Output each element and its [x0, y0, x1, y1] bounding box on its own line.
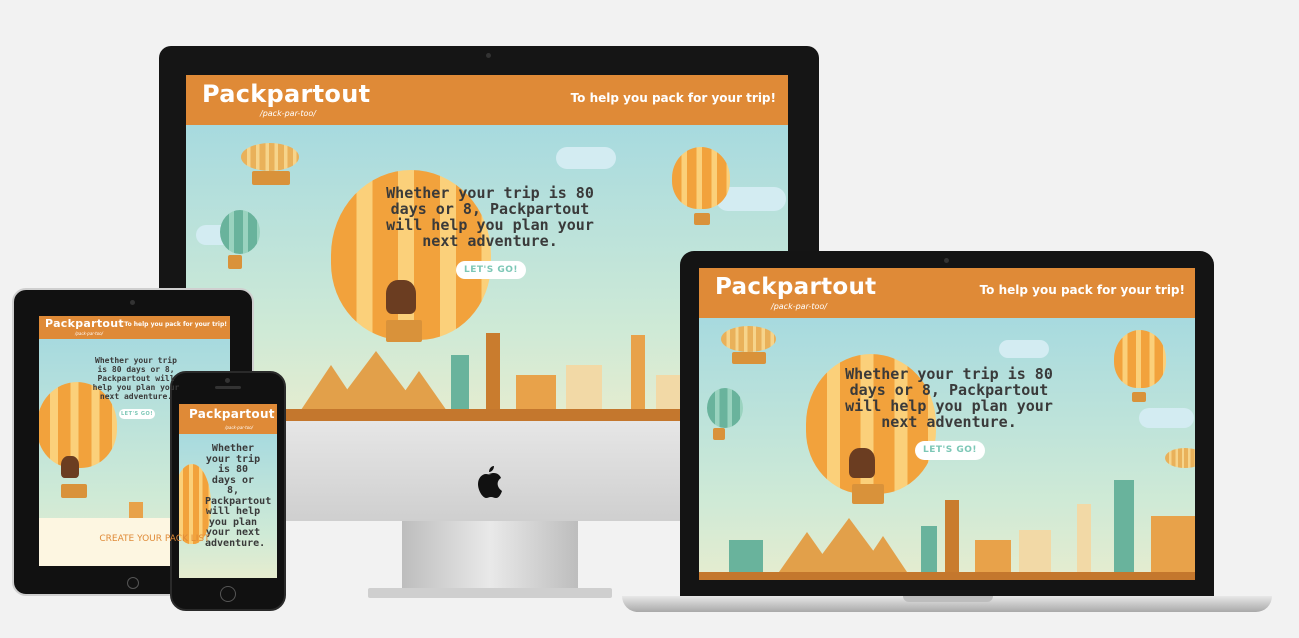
site-header: Packpartout /pack-par-too/: [179, 404, 277, 434]
lets-go-button[interactable]: LET'S GO!: [915, 441, 985, 460]
site-logo[interactable]: Packpartout: [45, 317, 124, 330]
section-heading: CREATE YOUR PACK LIST: [99, 534, 210, 544]
pronunciation-text: /pack-par-too/: [260, 109, 316, 118]
camera-icon: [944, 258, 949, 263]
tagline: To help you pack for your trip!: [979, 283, 1185, 297]
site-header: Packpartout /pack-par-too/ To help you p…: [186, 75, 788, 125]
camera-icon: [130, 300, 135, 305]
green-balloon-illustration: [220, 210, 260, 254]
lets-go-button[interactable]: LET'S GO!: [456, 261, 526, 279]
pronunciation-text: /pack-par-too/: [771, 302, 827, 311]
home-button-icon: [127, 577, 139, 589]
home-button-icon: [220, 586, 236, 602]
character-illustration: [386, 280, 416, 314]
zeppelin-illustration: [241, 143, 299, 171]
tagline: To help you pack for your trip!: [124, 321, 227, 328]
site-header: Packpartout /pack-par-too/ To help you p…: [699, 268, 1195, 318]
phone-speaker: [215, 386, 241, 389]
site-header: Packpartout /pack-par-too/ To help you p…: [39, 316, 230, 339]
laptop-notch: [903, 596, 993, 602]
pronunciation-text: /pack-par-too/: [75, 331, 103, 336]
camera-icon: [225, 378, 230, 383]
hero-text: Whether your trip is 80 days or 8, Packp…: [92, 356, 180, 401]
apple-logo-icon: [478, 466, 502, 498]
small-balloon-illustration: [672, 147, 730, 209]
imac-foot: [368, 588, 612, 598]
site-logo[interactable]: Packpartout: [715, 274, 876, 300]
tagline: To help you pack for your trip!: [570, 91, 776, 105]
imac-stand: [402, 521, 578, 591]
hero-text: Whether your trip is 80 days or 8, Packp…: [386, 184, 594, 250]
responsive-mockup: Whether your trip is 80 days or 8, Packp…: [0, 0, 1299, 638]
site-logo[interactable]: Packpartout: [189, 407, 275, 421]
hero-text: Whether your trip is 80 days or 8, Packp…: [845, 365, 1053, 431]
laptop-screen: Whether your trip is 80 days or 8, Packp…: [699, 268, 1195, 580]
camera-icon: [486, 53, 491, 58]
site-logo[interactable]: Packpartout: [202, 80, 370, 108]
pronunciation-text: /pack-par-too/: [225, 425, 253, 430]
phone-screen: Whether your trip is 80 days or 8, Packp…: [179, 404, 277, 578]
lets-go-button[interactable]: LET'S GO!: [119, 409, 155, 419]
